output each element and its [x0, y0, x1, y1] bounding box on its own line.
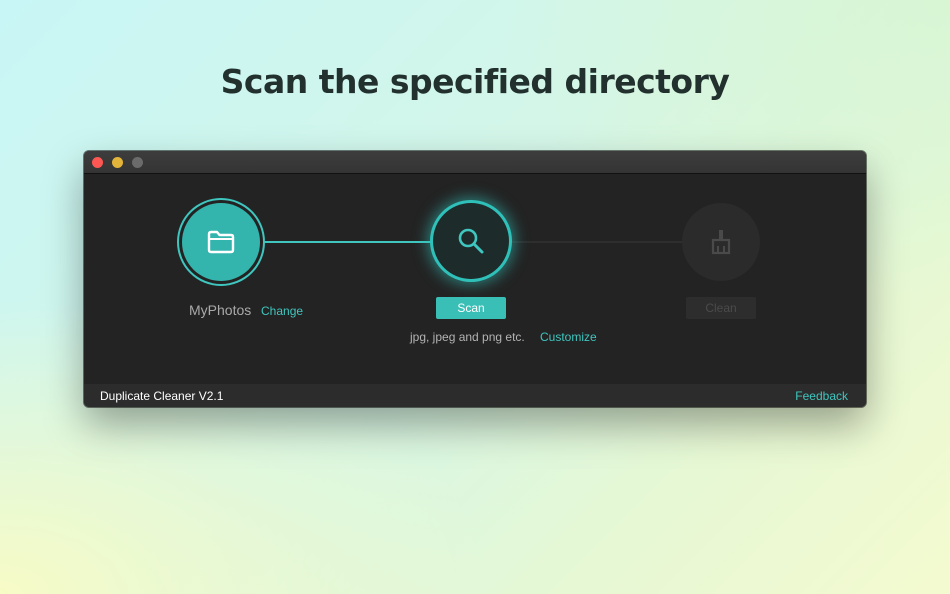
customize-file-types-link[interactable]: Customize — [540, 330, 597, 344]
status-bar: Duplicate Cleaner V2.1 Feedback — [84, 384, 866, 407]
scan-button[interactable]: Scan — [436, 297, 506, 319]
window-close-button[interactable] — [92, 157, 103, 168]
workflow-panel: MyPhotos Change Scan Clean jpg, jpeg and… — [84, 174, 866, 384]
step-connector-active — [261, 241, 435, 243]
search-icon — [458, 228, 484, 254]
clean-button: Clean — [686, 297, 756, 319]
scan-step[interactable] — [433, 203, 509, 279]
window-maximize-button[interactable] — [132, 157, 143, 168]
app-window: MyPhotos Change Scan Clean jpg, jpeg and… — [84, 151, 866, 407]
page-headline: Scan the specified directory — [220, 62, 730, 101]
folder-icon — [207, 230, 235, 254]
app-version-label: Duplicate Cleaner V2.1 — [100, 389, 224, 403]
feedback-link[interactable]: Feedback — [795, 389, 848, 403]
window-minimize-button[interactable] — [112, 157, 123, 168]
file-types-label: jpg, jpeg and png etc. — [410, 330, 525, 344]
broom-icon — [711, 230, 731, 255]
source-folder-label: MyPhotos — [189, 302, 252, 318]
source-folder-step[interactable] — [182, 203, 260, 281]
step-connector-inactive — [507, 241, 685, 243]
clean-step — [682, 203, 760, 281]
window-titlebar[interactable] — [84, 151, 866, 174]
change-folder-link[interactable]: Change — [261, 304, 303, 318]
